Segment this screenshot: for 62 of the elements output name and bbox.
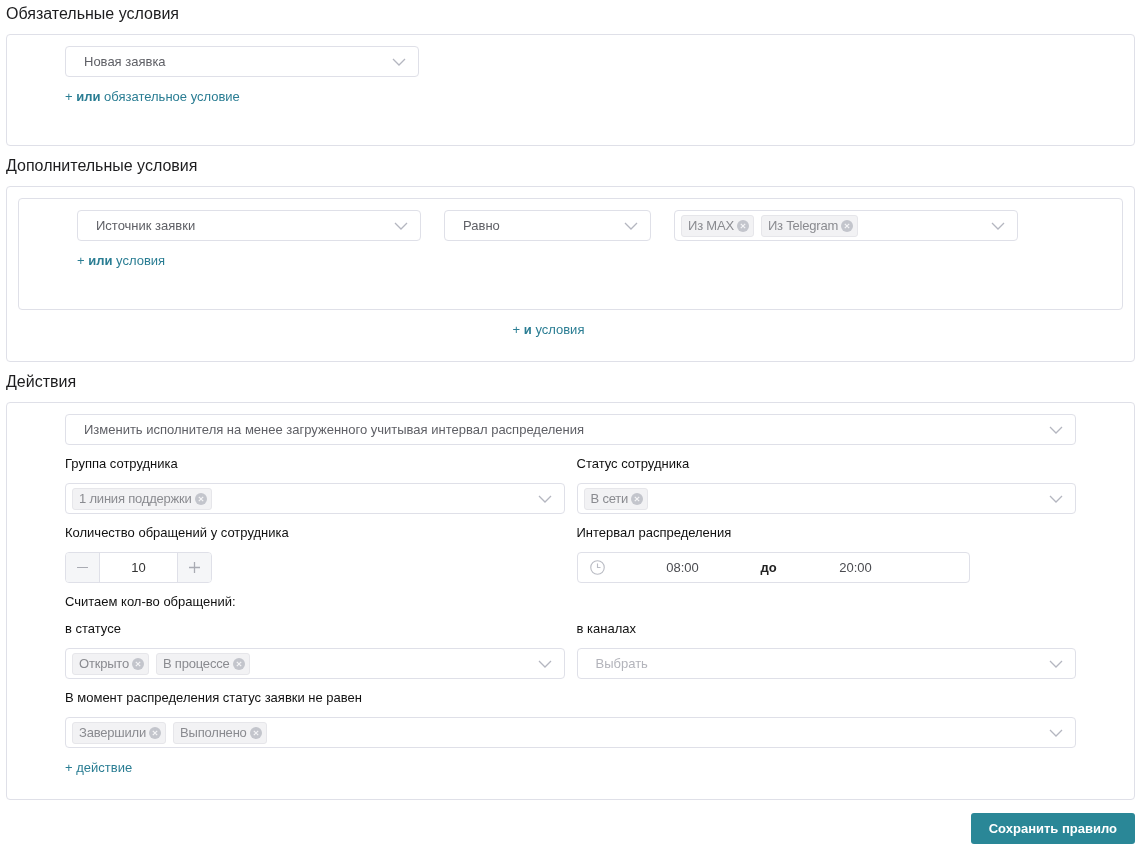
chevron-down-icon <box>394 221 408 230</box>
chevron-down-icon <box>537 659 552 668</box>
group-heading: Считаем кол-во обращений: <box>65 594 236 610</box>
multi-select[interactable]: 1 линия поддержки <box>65 483 565 514</box>
value-tag[interactable]: Из MAX <box>681 214 754 237</box>
chevron-down-icon <box>624 221 638 230</box>
field-label: в каналах <box>576 621 636 637</box>
decrement-button[interactable] <box>66 553 99 582</box>
number-stepper[interactable]: 10 <box>65 552 212 583</box>
chevron-down-icon <box>1049 425 1063 434</box>
chevron-down-icon <box>1049 728 1063 737</box>
value-tag[interactable]: 1 линия поддержки <box>72 487 212 510</box>
value-tag[interactable]: Завершили <box>72 721 167 744</box>
chevron-down-icon <box>537 494 552 503</box>
field-label: Количество обращений у сотрудника <box>65 525 289 541</box>
section-title: Действия <box>6 372 77 392</box>
close-icon[interactable] <box>249 726 262 739</box>
multi-select[interactable]: Из MAX Из Telegram <box>674 210 1018 241</box>
close-icon[interactable] <box>736 219 749 232</box>
close-icon[interactable] <box>631 492 644 505</box>
value-tag[interactable]: Открыто <box>72 652 149 675</box>
save-button[interactable]: Сохранить правило <box>970 813 1135 844</box>
section-title: Обязательные условия <box>6 4 179 24</box>
add-action-link[interactable]: + действие <box>65 760 133 776</box>
field-label: Статус сотрудника <box>576 456 690 472</box>
multi-select[interactable]: Выбрать <box>576 648 1076 679</box>
dropdown-select[interactable]: Изменить исполнителя на менее загруженного учитывая интервал распределения <box>65 414 1076 445</box>
section-title: Дополнительные условия <box>6 156 198 176</box>
field-label: в статусе <box>65 621 121 637</box>
chevron-down-icon <box>991 221 1005 230</box>
time-input[interactable]: 20:00 <box>776 560 935 575</box>
close-icon[interactable] <box>194 492 207 505</box>
close-icon[interactable] <box>149 726 162 739</box>
chevron-down-icon <box>1049 659 1063 668</box>
value-tag[interactable]: Выполнено <box>173 721 267 744</box>
chevron-down-icon <box>1049 494 1063 503</box>
add-condition-link[interactable]: + или обязательное условие <box>65 89 240 105</box>
field-label: Интервал распределения <box>576 525 732 541</box>
add-condition-link[interactable]: + или условия <box>77 253 166 269</box>
close-icon[interactable] <box>131 657 144 670</box>
multi-select[interactable]: Открыто В процессе <box>65 648 565 679</box>
field-label: Группа сотрудника <box>65 456 178 472</box>
value-tag[interactable]: Из Telegram <box>760 214 859 237</box>
increment-button[interactable] <box>178 553 211 582</box>
plus-icon <box>189 562 200 573</box>
value-tag[interactable]: В процессе <box>155 652 250 675</box>
field-label: В момент распределения статус заявки не равен <box>65 690 362 706</box>
dropdown-select[interactable]: Новая заявка <box>65 46 419 77</box>
multi-select[interactable]: Завершили Выполнено <box>65 717 1076 748</box>
clock-icon <box>589 560 605 575</box>
close-icon[interactable] <box>232 657 245 670</box>
dropdown-select[interactable]: Равно <box>444 210 651 241</box>
dropdown-select[interactable]: Источник заявки <box>77 210 421 241</box>
time-range-field[interactable]: 08:00 до 20:00 <box>576 552 970 583</box>
value-tag[interactable]: В сети <box>583 487 649 510</box>
multi-select[interactable]: В сети <box>576 483 1076 514</box>
time-input[interactable]: 08:00 <box>604 560 761 575</box>
chevron-down-icon <box>392 57 406 66</box>
range-separator: до <box>760 560 777 575</box>
close-icon[interactable] <box>841 219 854 232</box>
minus-icon <box>77 566 88 569</box>
add-condition-link[interactable]: + и условия <box>512 322 585 338</box>
